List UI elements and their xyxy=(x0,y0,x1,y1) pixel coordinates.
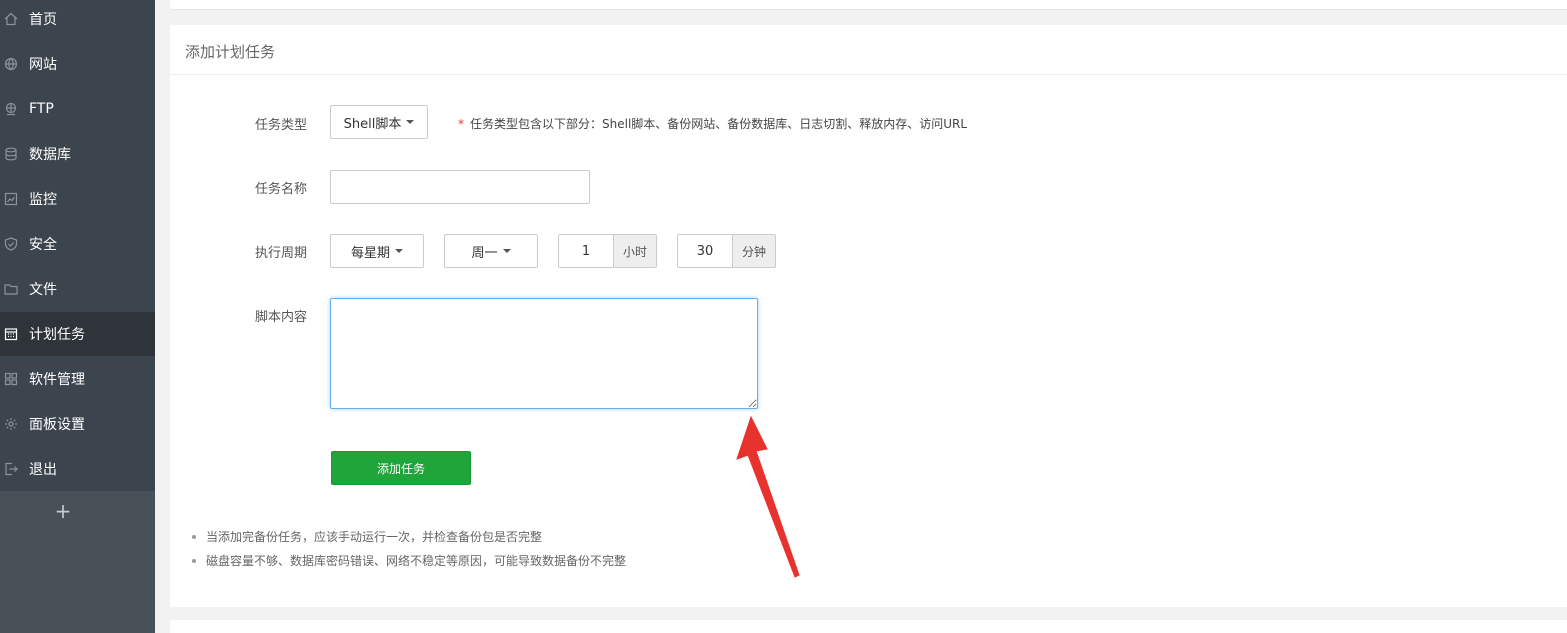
sidebar-item-label: 软件管理 xyxy=(29,372,85,388)
hour-unit: 小时 xyxy=(613,234,657,268)
sidebar-item-database[interactable]: 数据库 xyxy=(0,132,155,176)
hour-input-group: 小时 xyxy=(558,234,657,268)
script-textarea[interactable] xyxy=(330,298,758,409)
task-type-hint-text: 任务类型包含以下部分：Shell脚本、备份网站、备份数据库、日志切割、释放内存、… xyxy=(470,117,968,131)
sidebar-lower-area xyxy=(0,491,155,633)
sidebar-item-label: 监控 xyxy=(29,192,57,208)
minute-input-group: 分钟 xyxy=(677,234,776,268)
caret-down-icon xyxy=(406,120,415,124)
sidebar-item-website[interactable]: 网站 xyxy=(0,42,155,86)
task-name-input[interactable] xyxy=(330,170,590,204)
sidebar-item-software[interactable]: 软件管理 xyxy=(0,357,155,401)
sidebar-item-files[interactable]: 文件 xyxy=(0,267,155,311)
folder-icon xyxy=(4,282,18,296)
caret-down-icon xyxy=(502,249,511,253)
task-type-value: Shell脚本 xyxy=(343,116,402,132)
sidebar-item-label: 网站 xyxy=(29,57,57,73)
sidebar-item-logout[interactable]: 退出 xyxy=(0,447,155,491)
script-label: 脚本内容 xyxy=(255,310,308,325)
sidebar-item-label: 首页 xyxy=(29,12,57,28)
logout-icon xyxy=(4,462,18,476)
home-icon xyxy=(4,12,18,26)
minute-unit: 分钟 xyxy=(732,234,776,268)
sidebar-item-settings[interactable]: 面板设置 xyxy=(0,402,155,446)
sidebar-item-label: 面板设置 xyxy=(29,417,85,433)
period-select[interactable]: 每星期 xyxy=(330,234,424,268)
gear-icon xyxy=(4,417,18,431)
sidebar-item-cron[interactable]: 计划任务 xyxy=(0,312,155,356)
sidebar-item-label: 文件 xyxy=(29,282,57,298)
list-item: 当添加完备份任务，应该手动运行一次，并检查备份包是否完整 xyxy=(192,528,626,552)
bottom-card xyxy=(170,620,1567,633)
sidebar-item-label: 计划任务 xyxy=(29,327,85,343)
sidebar: 首页 网站 FTP 数据库 监控 安全 文件 计划任务 软件管理 面板设置 退出… xyxy=(0,0,155,633)
sidebar-item-ftp[interactable]: FTP xyxy=(0,87,155,131)
sidebar-item-label: 退出 xyxy=(29,462,57,478)
ftp-icon xyxy=(4,102,18,116)
sidebar-item-security[interactable]: 安全 xyxy=(0,222,155,266)
minute-input[interactable] xyxy=(677,234,732,268)
sidebar-item-monitor[interactable]: 监控 xyxy=(0,177,155,221)
weekday-value: 周一 xyxy=(471,245,498,261)
page-title: 添加计划任务 xyxy=(185,43,276,61)
notes-list: 当添加完备份任务，应该手动运行一次，并检查备份包是否完整 磁盘容量不够、数据库密… xyxy=(192,528,626,576)
weekday-select[interactable]: 周一 xyxy=(444,234,538,268)
hour-input[interactable] xyxy=(558,234,613,268)
globe-icon xyxy=(4,57,18,71)
annotation-arrow-icon xyxy=(736,415,800,578)
task-type-hint: * 任务类型包含以下部分：Shell脚本、备份网站、备份数据库、日志切割、释放内存… xyxy=(458,115,967,132)
database-icon xyxy=(4,147,18,161)
add-task-button[interactable]: 添加任务 xyxy=(331,451,471,485)
required-star: * xyxy=(458,117,464,131)
task-name-label: 任务名称 xyxy=(255,182,308,197)
apps-icon xyxy=(4,372,18,386)
period-label: 执行周期 xyxy=(255,246,308,261)
task-type-select[interactable]: Shell脚本 xyxy=(330,105,428,139)
monitor-icon xyxy=(4,192,18,206)
caret-down-icon xyxy=(395,249,403,253)
sidebar-item-home[interactable]: 首页 xyxy=(0,0,155,41)
list-item: 磁盘容量不够、数据库密码错误、网络不稳定等原因，可能导致数据备份不完整 xyxy=(192,552,626,576)
calendar-icon xyxy=(4,327,18,341)
task-type-label: 任务类型 xyxy=(255,118,308,133)
add-cron-card: 添加计划任务 任务类型 Shell脚本 * 任务类型包含以下部分：Shell脚本、… xyxy=(170,25,1567,607)
sidebar-item-label: 安全 xyxy=(29,237,57,253)
shield-icon xyxy=(4,237,18,251)
sidebar-item-label: 数据库 xyxy=(29,147,71,163)
add-menu-button[interactable]: + xyxy=(52,499,74,523)
top-card xyxy=(170,0,1567,10)
card-header: 添加计划任务 xyxy=(170,25,1567,75)
period-value: 每星期 xyxy=(350,245,390,261)
sidebar-item-label: FTP xyxy=(29,101,54,117)
